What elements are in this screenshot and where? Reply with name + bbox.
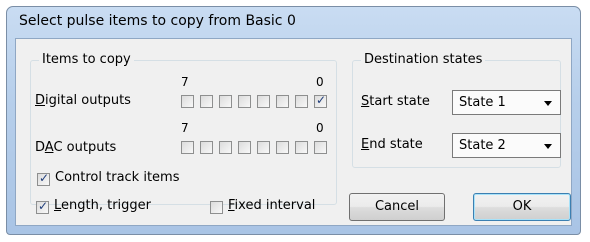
digital-bit-0-checkbox[interactable]: [314, 93, 327, 108]
digital-bit-4-checkbox[interactable]: [238, 95, 251, 108]
dac-bit-7-checkbox[interactable]: [181, 141, 194, 154]
digital-bit-7-checkbox[interactable]: [181, 95, 194, 108]
dac-bit-2-checkbox[interactable]: [276, 141, 289, 154]
dac-bit-5-checkbox[interactable]: [219, 141, 232, 154]
destination-states-title: Destination states: [361, 52, 486, 67]
dac-bit-3-checkbox[interactable]: [257, 141, 270, 154]
dac-outputs-label: DAC outputs: [35, 140, 117, 155]
length-trigger-checkbox[interactable]: [36, 199, 49, 214]
dac-high-bit-label: 7: [181, 121, 189, 135]
start-state-dropdown[interactable]: State 1: [452, 90, 561, 115]
end-state-dropdown[interactable]: State 2: [452, 133, 561, 158]
digital-bit-5-checkbox[interactable]: [219, 95, 232, 108]
destination-states-group: Destination states Start state State 1 E…: [352, 52, 561, 168]
cancel-button[interactable]: Cancel: [349, 193, 445, 221]
dac-bit-4-checkbox[interactable]: [238, 141, 251, 154]
control-track-checkbox[interactable]: [37, 171, 50, 186]
chevron-down-icon: [544, 144, 552, 149]
end-state-value: State 2: [459, 138, 506, 153]
digital-bit-1-checkbox[interactable]: [295, 95, 308, 108]
digital-bit-6-checkbox[interactable]: [200, 95, 213, 108]
fixed-interval-label: Fixed interval: [228, 198, 316, 213]
dialog-client: Items to copy 7 0 Digital outputs 7 0 DA…: [15, 38, 572, 226]
digital-low-bit-label: 0: [316, 75, 324, 89]
start-state-value: State 1: [459, 95, 506, 110]
digital-bit-3-checkbox[interactable]: [257, 95, 270, 108]
length-trigger-label: Length, trigger: [54, 198, 152, 213]
digital-high-bit-label: 7: [181, 75, 189, 89]
title-bar[interactable]: Select pulse items to copy from Basic 0: [7, 7, 580, 35]
control-track-label: Control track items: [55, 170, 180, 185]
chevron-down-icon: [544, 101, 552, 106]
dac-bit-0-checkbox[interactable]: [314, 141, 327, 154]
dialog-window: Select pulse items to copy from Basic 0 …: [6, 6, 581, 235]
window-title: Select pulse items to copy from Basic 0: [19, 13, 296, 29]
dac-bit-1-checkbox[interactable]: [295, 141, 308, 154]
ok-button[interactable]: OK: [473, 193, 571, 221]
start-state-label: Start state: [361, 94, 430, 109]
items-to-copy-title: Items to copy: [39, 52, 134, 67]
dac-bit-6-checkbox[interactable]: [200, 141, 213, 154]
end-state-label: End state: [361, 137, 423, 152]
digital-outputs-label: Digital outputs: [35, 93, 131, 108]
digital-bit-2-checkbox[interactable]: [276, 95, 289, 108]
dac-low-bit-label: 0: [316, 121, 324, 135]
items-to-copy-group: Items to copy 7 0 Digital outputs 7 0 DA…: [30, 52, 337, 205]
fixed-interval-checkbox[interactable]: [210, 201, 223, 214]
